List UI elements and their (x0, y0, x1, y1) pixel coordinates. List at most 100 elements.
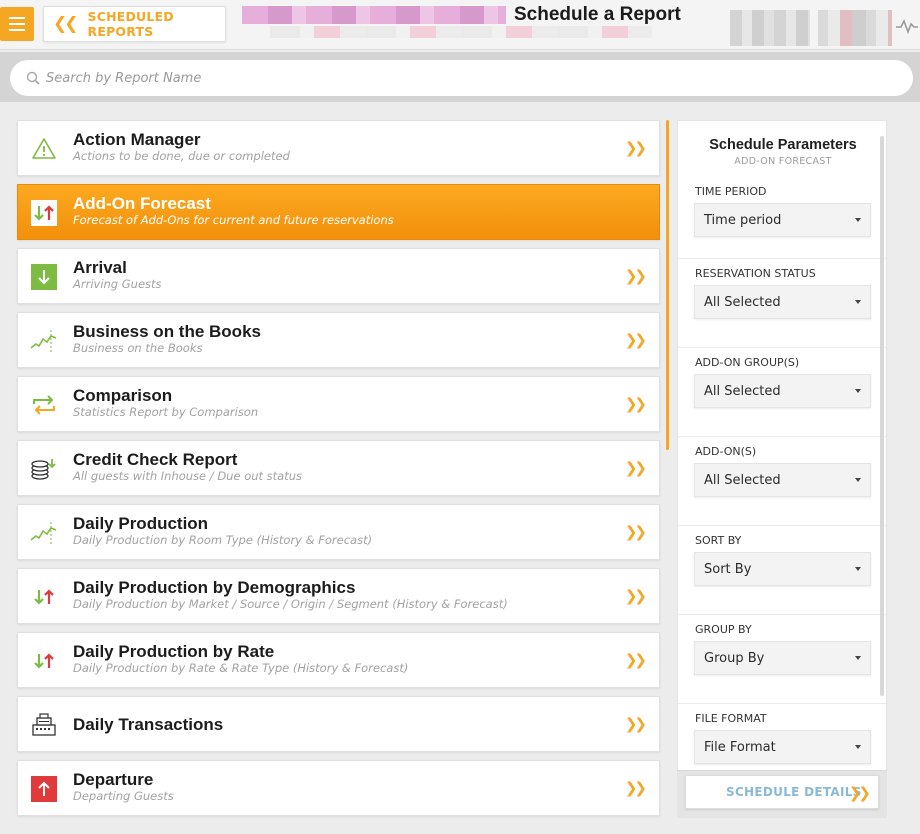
report-subtitle: Daily Production by Rate & Rate Type (Hi… (73, 661, 409, 675)
report-subtitle: Forecast of Add-Ons for current and futu… (73, 213, 394, 227)
back-to-scheduled-reports-button[interactable]: ❮❮ SCHEDULED REPORTS (43, 6, 226, 42)
report-title: Comparison (73, 386, 173, 405)
double-chevron-right-icon: ❯❯ (624, 523, 647, 541)
cash-register-icon (30, 711, 58, 739)
blurred-hotel-name (242, 6, 506, 24)
report-item-action-manager[interactable]: Action Manager Actions to be done, due o… (17, 120, 660, 176)
report-subtitle: Business on the Books (73, 341, 203, 355)
panel-title: Schedule Parameters (709, 137, 857, 153)
blurred-date-info (730, 10, 810, 46)
menu-icon (9, 17, 25, 19)
report-title: Add-On Forecast (73, 194, 211, 213)
field-label: GROUP BY (695, 623, 752, 636)
search-bar-area (0, 52, 920, 102)
report-item-departure[interactable]: Departure Departing Guests ❯❯ (17, 760, 660, 816)
report-title: Departure (73, 770, 154, 789)
search-icon (26, 71, 40, 85)
report-title: Daily Production by Demographics (73, 578, 356, 597)
sort-by-dropdown[interactable]: Sort By (694, 552, 871, 586)
dropdown-value: File Format (704, 739, 776, 755)
caret-down-icon (855, 745, 861, 749)
report-title: Arrival (73, 258, 127, 277)
double-chevron-right-icon: ❯❯ (624, 459, 647, 477)
report-subtitle: Daily Production by Market / Source / Or… (73, 597, 508, 611)
report-subtitle: Actions to be done, due or completed (73, 149, 290, 163)
blurred-user-avatar[interactable] (818, 10, 892, 46)
field-label: FILE FORMAT (695, 712, 767, 725)
report-title: Daily Transactions (73, 715, 224, 734)
reservation-status-dropdown[interactable]: All Selected (694, 285, 871, 319)
report-list: Action Manager Actions to be done, due o… (17, 120, 660, 824)
field-label: SORT BY (695, 534, 742, 547)
add-on-groups-dropdown[interactable]: All Selected (694, 374, 871, 408)
blurred-hotel-subtitle (270, 26, 652, 38)
group-by-dropdown[interactable]: Group By (694, 641, 871, 675)
down-up-arrows-icon (30, 199, 58, 227)
double-chevron-right-icon: ❯❯ (848, 784, 871, 802)
report-title: Daily Production by Rate (73, 642, 275, 661)
report-subtitle: Statistics Report by Comparison (73, 405, 259, 419)
file-format-dropdown[interactable]: File Format (694, 730, 871, 764)
report-item-daily-production-by-demographics[interactable]: Daily Production by Demographics Daily P… (17, 568, 660, 624)
coins-stack-icon (30, 455, 58, 483)
dropdown-value: All Selected (704, 294, 781, 310)
add-ons-dropdown[interactable]: All Selected (694, 463, 871, 497)
time-period-dropdown[interactable]: Time period (694, 203, 871, 237)
page-title: Schedule a Report (514, 4, 681, 25)
compare-arrows-icon (30, 391, 58, 419)
caret-down-icon (855, 389, 861, 393)
sort-by-field: SORT BY Sort By (678, 525, 886, 614)
time-period-field: TIME PERIOD Time period (678, 177, 886, 266)
dropdown-value: All Selected (704, 383, 781, 399)
report-item-credit-check-report[interactable]: Credit Check Report All guests with Inho… (17, 440, 660, 496)
file-format-field: FILE FORMAT File Format (678, 703, 886, 771)
arrival-down-arrow-icon (30, 263, 58, 291)
double-chevron-right-icon: ❯❯ (624, 267, 647, 285)
double-chevron-right-icon: ❯❯ (624, 139, 647, 157)
report-subtitle: All guests with Inhouse / Due out status (73, 469, 303, 483)
report-item-comparison[interactable]: Comparison Statistics Report by Comparis… (17, 376, 660, 432)
field-label: ADD-ON GROUP(S) (695, 356, 800, 369)
warning-triangle-icon (30, 135, 58, 163)
down-up-arrows-icon (30, 583, 58, 611)
report-item-daily-transactions[interactable]: Daily Transactions ❯❯ (17, 696, 660, 752)
caret-down-icon (855, 656, 861, 660)
down-up-arrows-icon (30, 647, 58, 675)
caret-down-icon (855, 567, 861, 571)
schedule-details-button[interactable]: SCHEDULE DETAILS ❯❯ (685, 775, 879, 809)
report-title: Action Manager (73, 130, 201, 149)
activity-pulse-icon[interactable] (896, 16, 918, 36)
caret-down-icon (855, 300, 861, 304)
dropdown-value: All Selected (704, 472, 781, 488)
add-ons-field: ADD-ON(S) All Selected (678, 436, 886, 525)
report-item-daily-production-by-rate[interactable]: Daily Production by Rate Daily Productio… (17, 632, 660, 688)
field-label: TIME PERIOD (695, 185, 767, 198)
dropdown-value: Time period (704, 212, 782, 228)
report-subtitle: Departing Guests (73, 789, 174, 803)
panel-scrollbar[interactable] (880, 136, 884, 696)
trend-line-icon (30, 519, 58, 547)
top-bar: ❮❮ SCHEDULED REPORTS Schedule a Report (0, 0, 920, 50)
report-title: Credit Check Report (73, 450, 238, 469)
search-input[interactable] (46, 70, 846, 86)
double-chevron-right-icon: ❯❯ (624, 779, 647, 797)
double-chevron-right-icon: ❯❯ (624, 587, 647, 605)
report-list-scrollbar[interactable] (666, 120, 669, 450)
report-title: Business on the Books (73, 322, 261, 341)
report-item-business-on-the-books[interactable]: Business on the Books Business on the Bo… (17, 312, 660, 368)
report-item-arrival[interactable]: Arrival Arriving Guests ❯❯ (17, 248, 660, 304)
caret-down-icon (855, 478, 861, 482)
double-chevron-right-icon: ❯❯ (624, 331, 647, 349)
group-by-field: GROUP BY Group By (678, 614, 886, 703)
double-chevron-right-icon: ❯❯ (624, 395, 647, 413)
search-box[interactable] (10, 60, 913, 96)
report-title: Daily Production (73, 514, 209, 533)
schedule-details-label: SCHEDULE DETAILS (726, 785, 862, 799)
report-item-add-on-forecast[interactable]: Add-On Forecast Forecast of Add-Ons for … (17, 184, 660, 240)
dropdown-value: Sort By (704, 561, 752, 577)
report-item-daily-production[interactable]: Daily Production Daily Production by Roo… (17, 504, 660, 560)
panel-subtitle: ADD-ON FORECAST (734, 156, 832, 167)
double-chevron-right-icon: ❯❯ (624, 715, 647, 733)
hamburger-menu-button[interactable] (0, 7, 34, 41)
field-label: RESERVATION STATUS (695, 267, 816, 280)
